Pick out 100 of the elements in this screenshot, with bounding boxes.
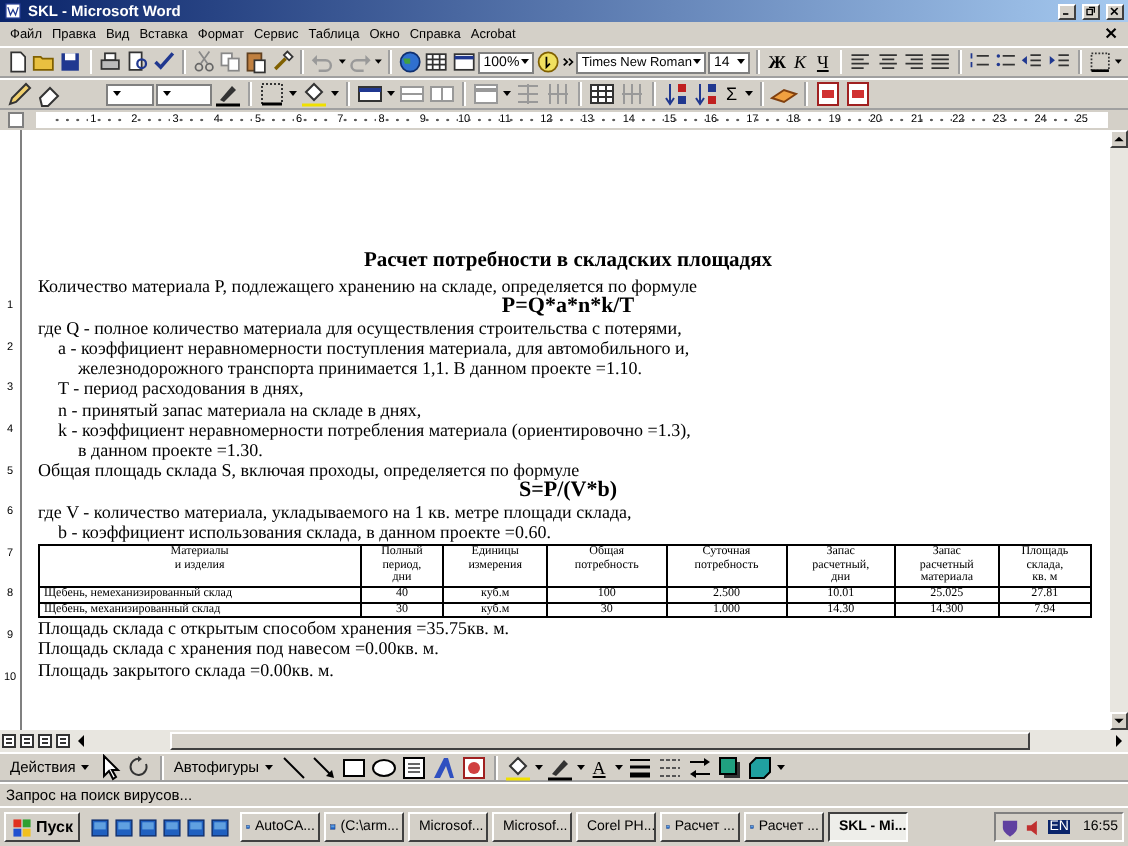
close-icon [1108,5,1122,17]
formula: P=Q*a*n*k/T [499,296,635,318]
caret-icon[interactable] [337,58,346,66]
caret-icon [112,90,122,98]
caret-icon [263,763,274,771]
program-icon[interactable] [90,817,111,837]
caret-icon [691,58,702,66]
caret-icon[interactable] [330,90,340,98]
definition-line: k - коэффициент неравномерности потребления материала (ориентировочно =1.3), [56,419,693,440]
underline-button[interactable]: Ч [812,50,834,74]
border-icon[interactable] [1087,48,1112,76]
view-mode-icon[interactable] [54,732,72,750]
vertical-scrollbar[interactable] [1110,130,1128,730]
save-icon[interactable] [58,48,84,76]
shadow-icon[interactable] [715,753,744,781]
paragraph: Площадь склада с открытым способом хранения =35.75кв. м. [38,618,512,639]
definition-line: T - период расходования в днях, [56,378,306,400]
border-icon[interactable] [258,80,286,108]
caret-icon[interactable] [613,763,624,771]
split-cells-icon[interactable] [428,80,456,108]
line-style-icon[interactable] [625,753,654,781]
fill-color-icon[interactable] [503,753,532,781]
window-icon[interactable] [356,80,384,108]
rectangle-icon[interactable] [339,753,368,781]
sort-ascending-icon[interactable] [662,80,690,108]
caret-icon [736,58,747,66]
view-mode-icon[interactable] [0,732,18,750]
brush-icon[interactable] [270,48,295,76]
down-arrow-icon[interactable] [1112,714,1126,728]
rotate-icon[interactable] [125,753,154,781]
clipboard-icon[interactable] [244,48,269,76]
dash-style-icon[interactable] [655,753,684,781]
caret-icon[interactable] [288,90,298,98]
program-icon[interactable] [138,817,159,837]
bold-button[interactable]: Ж [766,50,788,74]
table-icon[interactable] [424,48,450,76]
horizontal-scrollbar[interactable] [0,730,1128,752]
caret-icon[interactable] [775,763,786,771]
scroll-thumb[interactable] [170,732,1030,750]
merge-cells-icon[interactable] [398,80,426,108]
line-weight-dropdown[interactable] [156,83,212,105]
chevron-icon[interactable] [561,54,574,70]
line-style-dropdown[interactable] [106,83,154,105]
close-button[interactable] [1106,3,1124,19]
program-icon[interactable] [210,817,231,837]
paint-bucket-icon[interactable] [300,80,328,108]
caret-icon [162,90,172,98]
view-mode-icon[interactable] [18,732,36,750]
tab-selector[interactable] [8,112,24,128]
caret-icon [79,763,90,771]
view-mode-icon[interactable] [36,732,54,750]
restore-button[interactable] [1082,3,1100,19]
program-icon[interactable] [162,817,183,837]
arrow-icon[interactable] [309,753,338,781]
definition-line: в данном проекте =1.30. [76,439,263,461]
table-icon[interactable] [588,80,616,108]
text-box-icon[interactable] [399,753,428,781]
caret-icon[interactable] [1113,58,1123,66]
restore-icon [1084,5,1098,17]
paragraph: Площадь закрытого склада =0.00кв. м. [38,659,336,680]
print-preview-icon[interactable] [125,48,150,76]
autosum-button[interactable]: Σ [722,84,742,104]
shield-icon[interactable] [999,817,1020,837]
paragraph: где V - количество материала, укладываемого на 1 кв. метре площади склада, [38,501,634,523]
line-icon[interactable] [279,753,308,781]
caret-icon[interactable] [502,90,512,98]
clip-art-icon[interactable] [459,753,488,781]
up-arrow-icon[interactable] [1112,132,1126,146]
italic-button[interactable]: К [789,50,811,74]
caret-icon[interactable] [374,58,383,66]
minimize-button[interactable] [1058,3,1076,19]
paragraph: Общая площадь склада S, включая проходы, определяется по формуле [38,460,580,481]
caret-icon[interactable] [575,763,586,771]
start-button[interactable]: Пуск [4,812,81,842]
caret-icon[interactable] [386,90,396,98]
program-icon[interactable] [186,817,207,837]
paragraph: где Q - полное количество материала для осуществления строительства с потерями, [38,317,684,338]
close-icon[interactable] [1104,26,1120,42]
program-icon[interactable] [114,817,135,837]
sort-descending-icon[interactable] [692,80,720,108]
formula: S=P/(V*b) [518,480,620,502]
window-icon[interactable] [451,48,476,76]
globe-icon[interactable] [398,48,423,76]
right-arrow-icon[interactable] [1110,732,1128,750]
definition-line: b - коэффициент использования склада, в данном проекте =0.60. [56,522,553,543]
arrow-style-icon[interactable] [685,753,714,781]
wordart-icon[interactable] [429,753,458,781]
windows-logo-icon [12,817,32,837]
caret-icon[interactable] [533,763,544,771]
pdf-icon[interactable] [843,80,872,108]
printer-icon[interactable] [98,48,124,76]
pdf-icon[interactable] [813,80,842,108]
font-color-button[interactable]: A [587,755,612,779]
definition-line: a - коэффициент неравномерности поступления материала, для автомобильного и, [58,337,692,359]
pen-color-icon[interactable] [214,80,242,108]
new-document-icon[interactable] [6,48,31,76]
caret-icon[interactable] [743,90,754,98]
scissors-icon[interactable] [191,48,216,76]
oval-icon[interactable] [369,753,398,781]
definition-line: n - принятый запас материала на складе в днях, [56,399,424,420]
